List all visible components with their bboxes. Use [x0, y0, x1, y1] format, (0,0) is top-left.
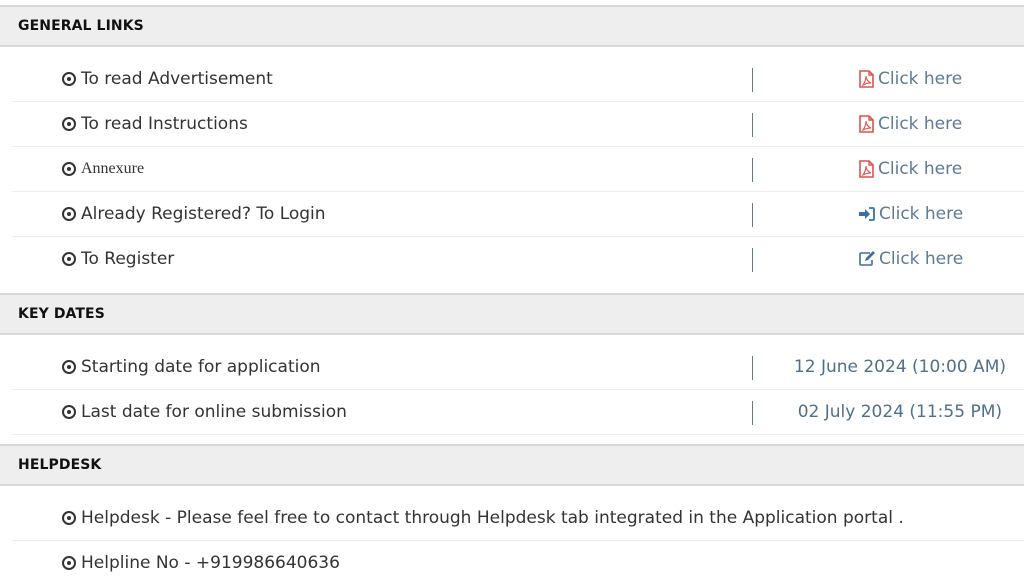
login-link[interactable]: Click here — [858, 192, 963, 236]
edit-icon — [858, 251, 876, 267]
divider — [752, 401, 753, 425]
divider — [752, 68, 753, 92]
dot-circle-icon — [62, 207, 76, 221]
dot-circle-icon — [62, 405, 76, 419]
last-date-value: 02 July 2024 (11:55 PM) — [797, 402, 1002, 422]
section-title: GENERAL LINKS — [18, 18, 144, 34]
row-label-text: Already Registered? To Login — [81, 204, 326, 224]
pdf-icon — [858, 160, 875, 178]
row-label-text: Helpdesk - Please feel free to contact t… — [81, 508, 904, 528]
link-text: Click here — [879, 249, 964, 269]
row-label: Helpdesk - Please feel free to contact t… — [62, 496, 904, 540]
divider — [752, 248, 753, 272]
advertisement-link[interactable]: Click here — [858, 57, 962, 101]
dot-circle-icon — [62, 252, 76, 266]
row-label-text: Starting date for application — [81, 357, 321, 377]
dot-circle-icon — [62, 556, 76, 570]
section-title: HELPDESK — [18, 457, 102, 473]
pdf-icon — [858, 70, 875, 88]
dot-circle-icon — [62, 72, 76, 86]
section-header-general-links: GENERAL LINKS — [0, 5, 1024, 47]
divider — [752, 356, 753, 380]
divider — [752, 203, 753, 227]
link-text: Click here — [878, 114, 963, 134]
row-label-text: To read Advertisement — [81, 69, 273, 89]
row-label: Last date for online submission — [62, 390, 347, 434]
section-header-key-dates: KEY DATES — [0, 293, 1024, 335]
row-label: To Register — [62, 237, 174, 281]
link-text: Click here — [878, 69, 963, 89]
instructions-link[interactable]: Click here — [858, 102, 962, 146]
list-item: To read Instructions Click here — [12, 102, 1024, 147]
pdf-icon — [858, 115, 875, 133]
divider — [752, 113, 753, 137]
list-item: Last date for online submission 02 July … — [12, 390, 1024, 435]
list-item: To read Advertisement Click here — [12, 57, 1024, 102]
dot-circle-icon — [62, 511, 76, 525]
list-item: To Register Click here — [12, 237, 1024, 282]
link-text: Click here — [878, 159, 963, 179]
list-item: Starting date for application 12 June 20… — [12, 345, 1024, 390]
row-label: To read Advertisement — [62, 57, 273, 101]
row-label: Helpline No - +919986640636 — [62, 541, 340, 578]
link-text: Click here — [879, 204, 964, 224]
section-title: KEY DATES — [18, 306, 105, 322]
section-header-helpdesk: HELPDESK — [0, 444, 1024, 486]
list-item: Annexure Click here — [12, 147, 1024, 192]
dot-circle-icon — [62, 360, 76, 374]
row-label-text: To Register — [81, 249, 175, 269]
row-label-text: Annexure — [81, 160, 145, 177]
row-label: Already Registered? To Login — [62, 192, 326, 236]
list-item: Helpdesk - Please feel free to contact t… — [12, 496, 1024, 541]
sign-in-icon — [858, 206, 876, 222]
row-label-text: Last date for online submission — [81, 402, 347, 422]
start-date-value: 12 June 2024 (10:00 AM) — [793, 357, 1006, 377]
dot-circle-icon — [62, 117, 76, 131]
row-label: Starting date for application — [62, 345, 321, 389]
row-label-text: To read Instructions — [81, 114, 248, 134]
dot-circle-icon — [62, 162, 76, 176]
row-label: Annexure — [62, 147, 144, 191]
row-label: To read Instructions — [62, 102, 248, 146]
register-link[interactable]: Click here — [858, 237, 963, 281]
list-item: Helpline No - +919986640636 — [12, 541, 1024, 578]
list-item: Already Registered? To Login Click here — [12, 192, 1024, 237]
helpline-number: Helpline No - +919986640636 — [81, 553, 340, 573]
page: GENERAL LINKS To read Advertisement Clic… — [0, 0, 1024, 578]
annexure-link[interactable]: Click here — [858, 147, 962, 191]
divider — [752, 158, 753, 182]
